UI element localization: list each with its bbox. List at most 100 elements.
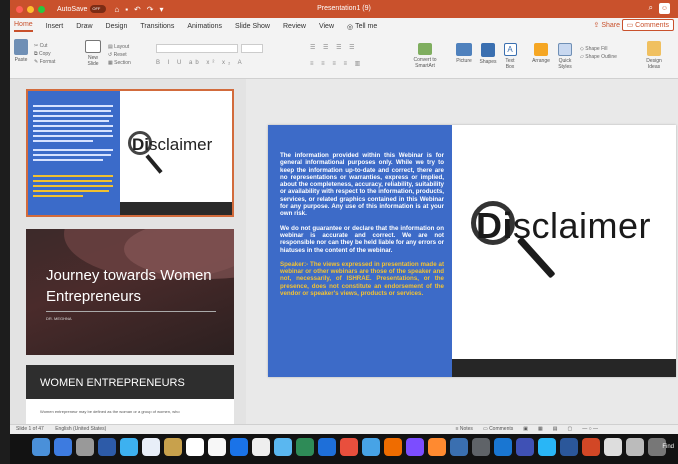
reset-label: Reset (113, 52, 127, 58)
app-icon[interactable] (318, 438, 336, 456)
undo-icon[interactable]: ↶ (134, 5, 141, 14)
slide-sorter-icon[interactable]: ▦ (538, 425, 543, 434)
disclaimer-paragraph-1: The information provided within this Web… (280, 152, 444, 218)
layout-button[interactable]: ▤ Layout (108, 43, 131, 51)
app-icon[interactable] (472, 438, 490, 456)
powerpoint-icon[interactable] (582, 438, 600, 456)
titlebar-right: ⌕ ☺ (649, 3, 670, 14)
alignment-buttons[interactable]: ≡ ≡ ≡ ≡ ▥ (310, 60, 363, 67)
app-icon[interactable] (164, 438, 182, 456)
language-indicator[interactable]: English (United States) (55, 426, 106, 432)
autosave-toggle[interactable]: AutoSave OFF (57, 5, 107, 13)
home-icon[interactable]: ⌂ (114, 5, 119, 14)
design-ideas-button[interactable]: Design Ideas (644, 41, 664, 70)
shape-outline-button[interactable]: ▱ Shape Outline (580, 53, 617, 61)
reset-button[interactable]: ↺ Reset (108, 51, 131, 59)
font-name-dropdown[interactable] (156, 44, 238, 53)
close-window-button[interactable] (16, 5, 23, 13)
app-icon[interactable] (450, 438, 468, 456)
document-title-container: Presentation1 (9) (10, 5, 678, 12)
tab-review[interactable]: Review (283, 23, 306, 30)
section-label: Section (114, 60, 131, 66)
notes-button[interactable]: ≡ Notes (456, 425, 473, 434)
shapes-button[interactable]: Shapes (478, 43, 498, 65)
section-button[interactable]: ▦ Section (108, 59, 131, 67)
tab-design[interactable]: Design (106, 23, 128, 30)
thumb1-text-panel (28, 91, 120, 215)
tab-home[interactable]: Home (14, 21, 33, 32)
tab-transitions[interactable]: Transitions (140, 23, 174, 30)
app-icon[interactable] (98, 438, 116, 456)
app-icon[interactable] (538, 438, 556, 456)
tab-draw[interactable]: Draw (76, 23, 92, 30)
comments-button[interactable]: ▭ Comments (621, 19, 674, 31)
paste-button[interactable]: Paste (12, 39, 30, 63)
tab-slide-show[interactable]: Slide Show (235, 23, 270, 30)
disclaimer-paragraph-2: We do not guarantee or declare that the … (280, 224, 445, 254)
list-buttons[interactable]: ☰ ☰ ☰ ☰ (310, 44, 358, 51)
chrome-icon[interactable] (340, 438, 358, 456)
normal-view-icon[interactable]: ▣ (523, 425, 528, 434)
cut-label: Cut (39, 43, 48, 49)
comment-icon: ▭ (626, 22, 634, 29)
slide-thumbnail-2[interactable]: Journey towards Women Entrepreneurs DR. … (26, 229, 234, 355)
cut-button[interactable]: ✂ Cut (34, 42, 55, 50)
app-icon[interactable] (120, 438, 138, 456)
tab-view[interactable]: View (319, 23, 334, 30)
calendar-icon[interactable] (186, 438, 204, 456)
account-avatar[interactable]: ☺ (659, 3, 670, 14)
app-icon[interactable] (384, 438, 402, 456)
notes-app-icon[interactable] (208, 438, 226, 456)
more-icon[interactable]: ▾ (159, 5, 163, 14)
redo-icon[interactable]: ↷ (147, 5, 154, 14)
finder-icon[interactable] (32, 438, 50, 456)
app-icon[interactable] (362, 438, 380, 456)
app-icon[interactable] (626, 438, 644, 456)
zoom-window-button[interactable] (38, 5, 45, 13)
tab-insert[interactable]: Insert (46, 23, 64, 30)
shape-outline-label: Shape Outline (585, 54, 617, 60)
picture-button[interactable]: Picture (454, 43, 474, 64)
app-icon[interactable] (252, 438, 270, 456)
new-slide-button[interactable]: New Slide (82, 40, 104, 67)
tell-me-search[interactable]: ◎ Tell me (347, 23, 377, 31)
status-comments-button[interactable]: ▭ Comments (483, 425, 513, 434)
text-line (33, 195, 83, 197)
app-icon[interactable] (142, 438, 160, 456)
save-icon[interactable]: ▪ (125, 5, 128, 14)
font-format-buttons[interactable]: B I U ab x² x₂ A (156, 60, 245, 66)
slide-thumbnail-3[interactable]: WOMEN ENTREPRENEURS Women entrepreneur m… (26, 365, 234, 424)
app-icon[interactable] (428, 438, 446, 456)
excel-icon[interactable] (296, 438, 314, 456)
tab-animations[interactable]: Animations (187, 23, 222, 30)
shape-fill-button[interactable]: ◇ Shape Fill (580, 45, 617, 53)
share-button[interactable]: ⇪ Share (593, 21, 620, 29)
app-icon[interactable] (76, 438, 94, 456)
quick-styles-button[interactable]: Quick Styles (556, 43, 574, 70)
zoom-slider[interactable]: — ○ — (582, 425, 598, 434)
app-icon[interactable] (516, 438, 534, 456)
current-slide[interactable]: The information provided within this Web… (268, 125, 676, 377)
search-icon[interactable]: ⌕ (649, 3, 653, 14)
word-icon[interactable] (560, 438, 578, 456)
app-icon[interactable] (494, 438, 512, 456)
font-size-dropdown[interactable] (241, 44, 263, 53)
dock: Find (10, 434, 678, 464)
title-bar: AutoSave OFF ⌂ ▪ ↶ ↷ ▾ Presentation1 (9)… (10, 0, 678, 18)
disclaimer-title[interactable]: Disclaimer (476, 205, 651, 247)
slideshow-icon[interactable]: ▢ (567, 425, 572, 434)
app-icon[interactable] (604, 438, 622, 456)
arrange-button[interactable]: Arrange (530, 43, 552, 64)
convert-smartart-button[interactable]: Convert to SmartArt (410, 43, 440, 69)
minimize-window-button[interactable] (27, 5, 34, 13)
disclaimer-text-panel[interactable]: The information provided within this Web… (268, 125, 452, 377)
text-box-button[interactable]: A Text Box (502, 43, 518, 70)
skype-icon[interactable] (230, 438, 248, 456)
safari-icon[interactable] (54, 438, 72, 456)
app-icon[interactable] (406, 438, 424, 456)
slide-thumbnail-1[interactable]: Disclaimer (26, 89, 234, 217)
format-painter-button[interactable]: ✎ Format (34, 58, 55, 66)
app-icon[interactable] (274, 438, 292, 456)
reading-view-icon[interactable]: ▤ (553, 425, 558, 434)
copy-button[interactable]: ⧉ Copy (34, 50, 55, 58)
